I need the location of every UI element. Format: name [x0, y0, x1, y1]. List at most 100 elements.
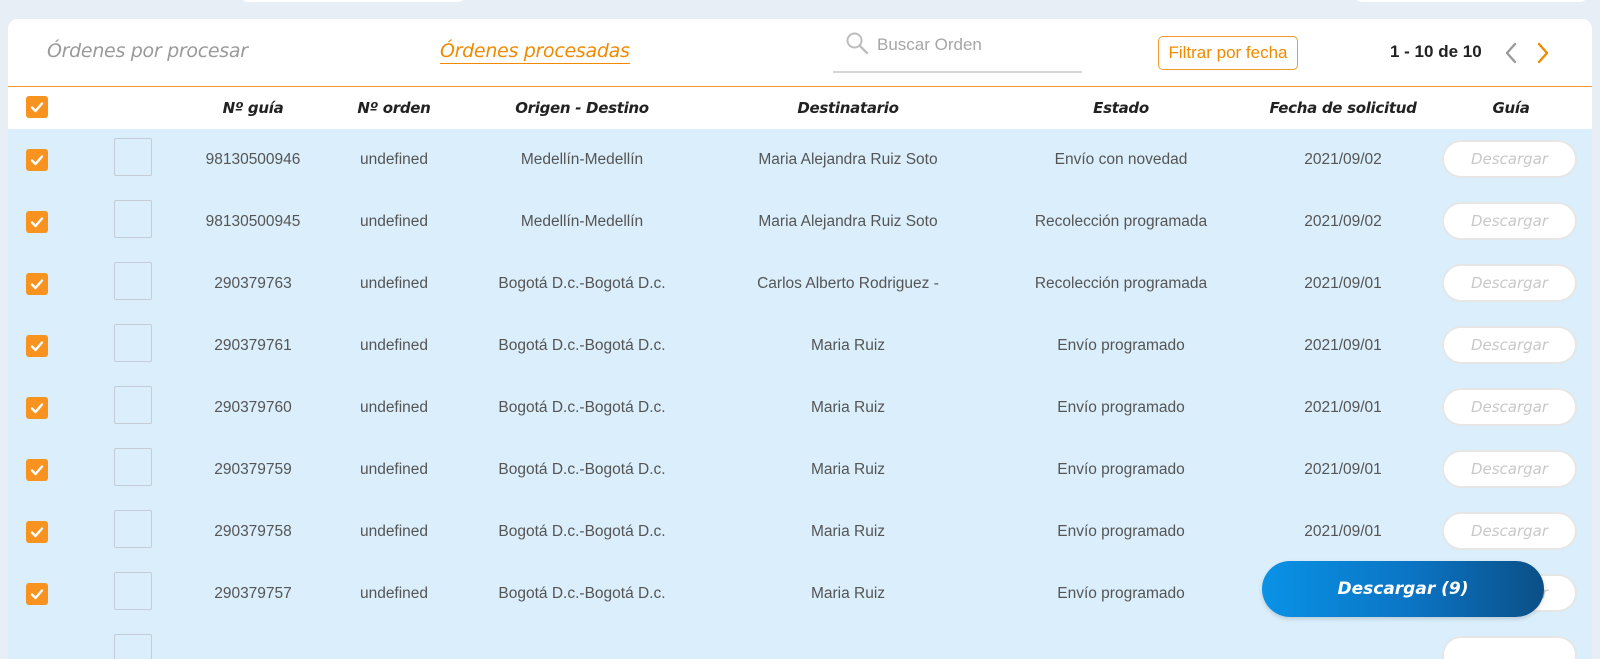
table-row: [8, 625, 1592, 659]
cell-guia-number: 290379758: [214, 523, 292, 540]
search-box: [833, 29, 1082, 73]
pagination-range: 1 - 10 de 10: [1390, 42, 1482, 61]
download-guide-button[interactable]: Descargar: [1442, 450, 1577, 488]
cell-status: Envío programado: [1057, 399, 1185, 416]
row-thumbnail: [114, 634, 152, 659]
cell-recipient: Maria Alejandra Ruiz Soto: [758, 151, 938, 168]
row-thumbnail: [114, 386, 152, 424]
chevron-right-icon: [1537, 42, 1549, 64]
tab-processed-orders[interactable]: Órdenes procesadas: [440, 40, 630, 64]
previous-page-button[interactable]: [1500, 40, 1522, 66]
checkmark-icon: [30, 279, 44, 290]
cell-request-date: 2021/09/01: [1304, 461, 1382, 478]
column-header-guide: Guía: [1492, 99, 1530, 117]
cell-origin-destination: Bogotá D.c.-Bogotá D.c.: [498, 337, 666, 354]
checkmark-icon: [30, 102, 44, 113]
table-row: 98130500946 undefined Medellín-Medellín …: [8, 129, 1592, 191]
cell-order-number: undefined: [359, 461, 429, 478]
cell-order-number: undefined: [359, 523, 429, 540]
cell-guia-number: 290379761: [214, 337, 292, 354]
search-icon: [846, 32, 869, 55]
cell-guia-number: 290379763: [214, 275, 292, 292]
cell-status: Envío programado: [1057, 337, 1185, 354]
checkmark-icon: [30, 527, 44, 538]
column-header-recipient: Destinatario: [797, 99, 899, 117]
download-guide-button[interactable]: Descargar: [1442, 512, 1577, 550]
row-thumbnail: [114, 510, 152, 548]
cell-status: Recolección programada: [1034, 213, 1208, 230]
cell-request-date: 2021/09/01: [1304, 523, 1382, 540]
cell-guia-number: 290379759: [214, 461, 292, 478]
row-thumbnail: [114, 200, 152, 238]
cell-request-date: 2021/09/01: [1304, 337, 1382, 354]
column-header-request-date: Fecha de solicitud: [1269, 99, 1417, 117]
row-checkbox[interactable]: [26, 211, 48, 233]
cell-origin-destination: Bogotá D.c.-Bogotá D.c.: [498, 399, 666, 416]
cell-status: Envío con novedad: [1054, 151, 1188, 168]
download-guide-button[interactable]: Descargar: [1442, 388, 1577, 426]
row-thumbnail: [114, 262, 152, 300]
cell-recipient: Maria Ruiz: [810, 523, 886, 540]
next-page-button[interactable]: [1532, 40, 1554, 66]
download-guide-button[interactable]: Descargar: [1442, 202, 1577, 240]
cell-request-date: 2021/09/02: [1304, 213, 1382, 230]
bulk-download-button[interactable]: Descargar (9): [1262, 561, 1544, 617]
tab-pending-orders[interactable]: Órdenes por procesar: [47, 40, 248, 62]
row-thumbnail: [114, 572, 152, 610]
cell-origin-destination: Bogotá D.c.-Bogotá D.c.: [498, 523, 666, 540]
row-checkbox[interactable]: [26, 521, 48, 543]
cell-origin-destination: Medellín-Medellín: [520, 213, 644, 230]
cell-guia-number: 290379760: [214, 399, 292, 416]
checkmark-icon: [30, 341, 44, 352]
checkmark-icon: [30, 589, 44, 600]
row-checkbox[interactable]: [26, 583, 48, 605]
cell-order-number: undefined: [359, 585, 429, 602]
download-guide-button[interactable]: Descargar: [1442, 326, 1577, 364]
row-thumbnail: [114, 324, 152, 362]
checkmark-icon: [30, 465, 44, 476]
chevron-left-icon: [1505, 42, 1517, 64]
row-checkbox[interactable]: [26, 149, 48, 171]
filter-by-date-button[interactable]: Filtrar por fecha: [1158, 36, 1298, 70]
row-checkbox[interactable]: [26, 335, 48, 357]
row-thumbnail: [114, 138, 152, 176]
column-header-origin-destination: Origen - Destino: [515, 99, 649, 117]
cell-guia-number: 98130500945: [205, 213, 301, 230]
row-checkbox[interactable]: [26, 397, 48, 419]
cell-recipient: Maria Ruiz: [810, 461, 886, 478]
download-guide-button[interactable]: Descargar: [1442, 140, 1577, 178]
table-row: 290379760 undefined Bogotá D.c.-Bogotá D…: [8, 377, 1592, 439]
cell-order-number: undefined: [359, 213, 429, 230]
cell-status: Recolección programada: [1034, 275, 1208, 292]
download-guide-button[interactable]: Descargar: [1442, 264, 1577, 302]
download-guide-button[interactable]: [1442, 636, 1577, 659]
table-header: Nº guía Nº orden Origen - Destino Destin…: [8, 87, 1592, 129]
row-checkbox[interactable]: [26, 273, 48, 295]
cell-status: Envío programado: [1057, 523, 1185, 540]
cell-recipient: Carlos Alberto Rodriguez -: [757, 275, 939, 292]
cell-guia-number: 290379757: [214, 585, 292, 602]
cell-order-number: undefined: [359, 399, 429, 416]
checkmark-icon: [30, 155, 44, 166]
cell-recipient: Maria Alejandra Ruiz Soto: [758, 213, 938, 230]
row-checkbox[interactable]: [26, 459, 48, 481]
table-row: 290379759 undefined Bogotá D.c.-Bogotá D…: [8, 439, 1592, 501]
cell-recipient: Maria Ruiz: [810, 399, 886, 416]
top-bar-element: [1354, 0, 1588, 2]
cell-request-date: 2021/09/01: [1304, 399, 1382, 416]
top-bar-element: [240, 0, 466, 2]
search-input[interactable]: [875, 31, 1079, 59]
cell-recipient: Maria Ruiz: [810, 585, 886, 602]
cell-request-date: 2021/09/01: [1304, 275, 1382, 292]
column-header-guia-number: Nº guía: [222, 99, 284, 117]
checkmark-icon: [30, 403, 44, 414]
toolbar: Órdenes por procesar Órdenes procesadas …: [8, 19, 1592, 87]
cell-order-number: undefined: [359, 151, 429, 168]
cell-origin-destination: Bogotá D.c.-Bogotá D.c.: [498, 275, 666, 292]
cell-recipient: Maria Ruiz: [810, 337, 886, 354]
checkmark-icon: [30, 217, 44, 228]
select-all-checkbox[interactable]: [26, 96, 48, 118]
cell-status: Envío programado: [1057, 585, 1185, 602]
table-row: 98130500945 undefined Medellín-Medellín …: [8, 191, 1592, 253]
cell-order-number: undefined: [359, 275, 429, 292]
